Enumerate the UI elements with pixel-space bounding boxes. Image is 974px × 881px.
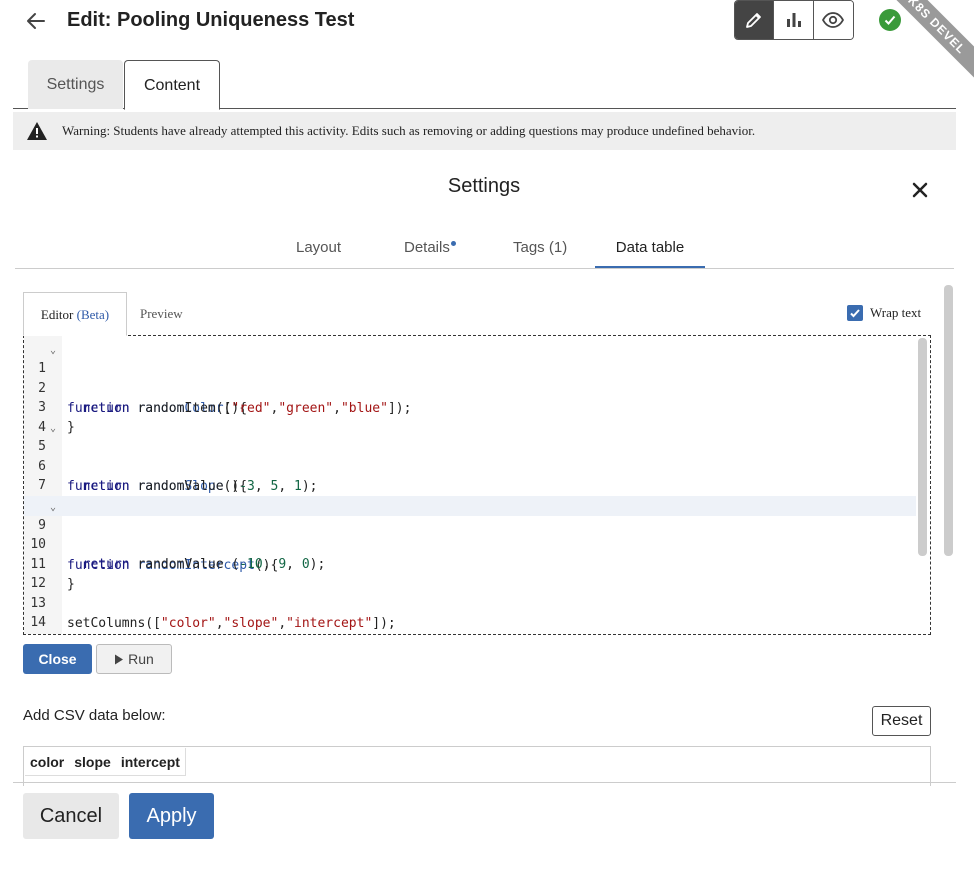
code-line[interactable]: 12 [24,554,916,591]
code-line[interactable]: 1 ⌄ function randomColor(){ [24,339,916,416]
code-line[interactable]: 8 [24,476,916,513]
run-label: Run [128,651,154,667]
apply-button[interactable]: Apply [129,793,214,839]
beta-badge: (Beta) [76,307,110,322]
mode-toggle-group [734,0,854,40]
code-line[interactable]: 3 } [24,378,916,435]
code-line[interactable]: 6 return randomValue (-3, 5, 1); [24,437,916,494]
code-line[interactable]: 7 } [24,456,916,513]
preview-mode-button[interactable] [813,1,853,39]
eye-icon [822,12,845,28]
code-line[interactable]: 2 return randomItem(["red","green","blue… [24,359,916,416]
settings-sub-tabs: Layout Details Tags (1) Data table [15,230,954,269]
code-line[interactable]: 11 } [24,535,916,592]
line-number: 15 [24,633,46,634]
close-editor-button[interactable]: Close [23,644,92,674]
csv-label: Add CSV data below: [23,707,166,724]
cancel-button[interactable]: Cancel [23,793,119,839]
dialog-title: Settings [447,175,521,197]
tab-preview[interactable]: Preview [140,292,183,335]
warning-banner: Warning: Students have already attempted… [13,112,956,150]
tab-data-table[interactable]: Data table [595,239,705,268]
check-circle-icon [879,9,901,31]
tab-tags-label: Tags (1) [513,239,568,256]
tab-tags[interactable]: Tags (1) [513,239,567,256]
tab-data-table-label: Data table [615,239,685,256]
tab-details[interactable]: Details [404,239,456,256]
tab-editor-label: Editor [40,307,74,322]
top-tabs: Settings Content [13,60,956,110]
dialog-scrollbar[interactable] [944,285,953,556]
reset-button[interactable]: Reset [872,706,931,736]
tab-editor[interactable]: Editor (Beta) [23,292,127,336]
back-arrow-icon[interactable] [24,9,48,33]
wrap-text-label: Wrap text [870,305,922,320]
code-line[interactable]: 15 seed(55); [24,613,916,633]
csv-column-header[interactable]: intercept [116,748,185,775]
wrap-text-toggle[interactable]: Wrap text [847,305,921,321]
code-line[interactable]: 4 [24,398,916,435]
code-line[interactable]: 13 setColumns(["color","slope","intercep… [24,574,916,631]
close-icon[interactable] [910,180,930,200]
tab-settings[interactable]: Settings [28,60,123,109]
wrap-text-checkbox[interactable] [847,305,863,321]
bar-chart-icon [786,13,801,27]
code-line[interactable]: 10 return randomValue (-10, 9, 0); [24,515,916,572]
fold-chevron-icon[interactable]: ⌄ [50,341,56,361]
run-button[interactable]: Run [96,644,172,674]
unsaved-dot-icon [450,241,456,246]
tab-layout[interactable]: Layout [296,239,341,256]
tab-content[interactable]: Content [124,60,220,110]
play-icon [115,654,124,665]
editor-scrollbar[interactable] [918,338,927,556]
tab-details-label: Details [404,239,450,256]
stats-mode-button[interactable] [774,1,814,39]
csv-table[interactable]: color slope intercept [23,746,931,786]
csv-column-header[interactable]: slope [69,748,116,775]
fold-chevron-icon[interactable]: ⌄ [50,419,56,439]
code-line-active[interactable]: 9 ⌄ function randomIntercept(){ [24,496,916,573]
csv-column-header[interactable]: color [25,748,69,775]
code-line[interactable]: 5 ⌄ function randomSlope(){ [24,417,916,494]
page-title: Edit: Pooling Uniqueness Test [67,9,355,31]
code-editor[interactable]: 1 ⌄ function randomColor(){ 2 return ran… [23,335,931,635]
tab-layout-label: Layout [296,239,342,256]
code-line[interactable]: 14 [24,593,916,630]
edit-mode-button[interactable] [735,1,775,39]
warning-triangle-icon [27,122,47,140]
checkmark-icon [850,309,860,318]
warning-text: Warning: Students have already attempted… [62,123,756,138]
pencil-icon [746,13,762,28]
footer-divider [13,782,956,783]
header: Edit: Pooling Uniqueness Test K8S DEVEL [0,0,974,86]
csv-header-row: color slope intercept [25,748,186,776]
